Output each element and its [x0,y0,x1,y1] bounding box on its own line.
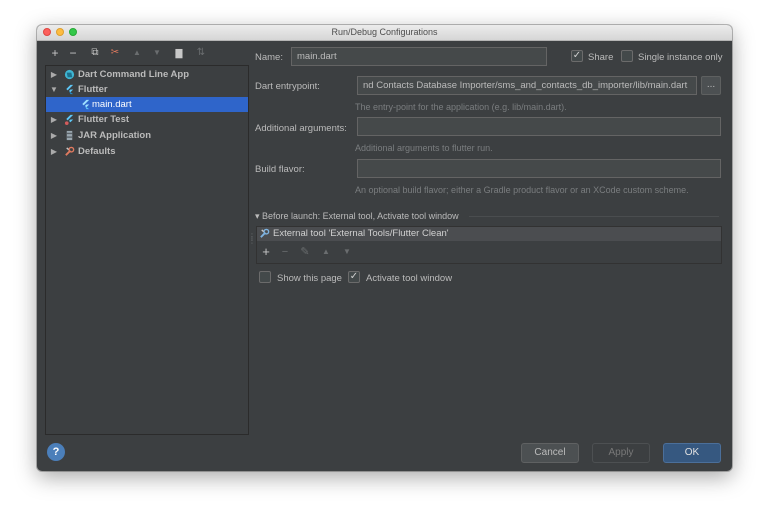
share-checkbox[interactable]: ✓ [571,50,583,62]
tree-item-jar-application[interactable]: ▶ JAR Application [46,128,248,143]
move-down-icon[interactable]: ▼ [149,45,165,61]
expand-arrow-icon[interactable]: ▶ [50,128,58,143]
expand-arrow-icon[interactable]: ▶ [50,112,58,127]
copy-icon[interactable]: ⧉ [87,45,103,61]
checkmark-icon: ✓ [349,271,359,282]
flutter-run-icon [82,99,90,110]
show-page-checkbox[interactable] [259,271,271,283]
flavor-input[interactable] [357,159,721,178]
title-bar: Run/Debug Configurations [37,25,732,41]
move-up-icon[interactable]: ▲ [129,45,145,61]
tree-item-label: Dart Command Line App [78,69,190,80]
show-page-label: Show this page [277,273,342,284]
collapse-arrow-icon[interactable]: ▼ [50,82,58,97]
task-label: External tool 'External Tools/Flutter Cl… [273,228,449,239]
flavor-label: Build flavor: [255,164,305,175]
tree-item-defaults[interactable]: ▶ Defaults [46,144,248,159]
flutter-test-icon [64,114,74,125]
cancel-button[interactable]: Cancel [521,443,579,463]
run-debug-dialog: Run/Debug Configurations + − ⧉ ✂ ▲ ▼ ▇ ⇅… [37,25,732,471]
args-label: Additional arguments: [255,123,347,134]
sort-icon[interactable]: ⇅ [193,45,209,61]
add-icon[interactable]: + [47,45,63,61]
move-task-down-icon[interactable]: ▼ [340,243,354,261]
help-button[interactable]: ? [47,443,65,461]
expand-arrow-icon[interactable]: ▶ [50,67,58,82]
tree-item-label: main.dart [92,99,132,110]
name-input[interactable]: main.dart [291,47,547,66]
single-instance-checkbox[interactable] [621,50,633,62]
share-label: Share [588,52,614,63]
apply-button[interactable]: Apply [592,443,650,463]
edit-task-icon[interactable]: ✎ [298,243,312,261]
external-tool-icon [260,228,270,238]
jar-icon [66,130,73,141]
ok-button[interactable]: OK [663,443,721,463]
tree-item-label: Flutter Test [78,114,130,125]
before-launch-title: Before launch: External tool, Activate t… [262,211,459,221]
tree-item-label: JAR Application [78,130,152,141]
collapse-arrow-icon: ▾ [255,211,263,221]
tree-item-label: Defaults [78,146,116,157]
flavor-hint: An optional build flavor; either a Gradl… [355,185,689,195]
entrypoint-hint: The entry-point for the application (e.g… [355,102,567,112]
expand-arrow-icon[interactable]: ▶ [50,144,58,159]
args-input[interactable] [357,117,721,136]
task-toolbar: + − ✎ ▲ ▼ [257,243,721,261]
window-title: Run/Debug Configurations [331,27,438,37]
folder-icon[interactable]: ▇ [171,45,187,61]
before-launch-header[interactable]: ▾ Before launch: External tool, Activate… [255,211,459,222]
dart-icon [64,69,75,80]
tree-item-flutter[interactable]: ▼ Flutter [46,82,248,97]
config-tree: ▶ Dart Command Line App ▼ Flutter main.d… [45,65,249,435]
tree-item-label: Flutter [78,84,108,95]
drag-handle[interactable]: ⋮ ⋮ [248,233,256,245]
divider [469,216,719,217]
flutter-icon [66,84,74,95]
remove-task-icon[interactable]: − [278,243,292,261]
tree-item-dart-command-line-app[interactable]: ▶ Dart Command Line App [46,67,248,82]
edit-defaults-icon[interactable]: ✂ [107,45,123,61]
entrypoint-label: Dart entrypoint: [255,81,320,92]
before-launch-list: External tool 'External Tools/Flutter Cl… [256,226,722,264]
checkmark-icon: ✓ [572,50,582,61]
tree-item-main-dart[interactable]: main.dart [46,97,248,112]
wrench-icon [65,146,75,156]
args-hint: Additional arguments to flutter run. [355,143,493,153]
activate-tool-window-checkbox[interactable]: ✓ [348,271,360,283]
single-instance-label: Single instance only [638,52,723,63]
list-item[interactable]: External tool 'External Tools/Flutter Cl… [257,227,721,241]
name-label: Name: [255,52,283,63]
move-task-up-icon[interactable]: ▲ [319,243,333,261]
activate-tool-window-label: Activate tool window [366,273,453,284]
add-task-icon[interactable]: + [259,243,273,261]
tree-item-flutter-test[interactable]: ▶ Flutter Test [46,112,248,127]
remove-icon[interactable]: − [65,45,81,61]
browse-button[interactable]: ... [701,76,721,95]
entrypoint-input[interactable]: nd Contacts Database Importer/sms_and_co… [357,76,697,95]
